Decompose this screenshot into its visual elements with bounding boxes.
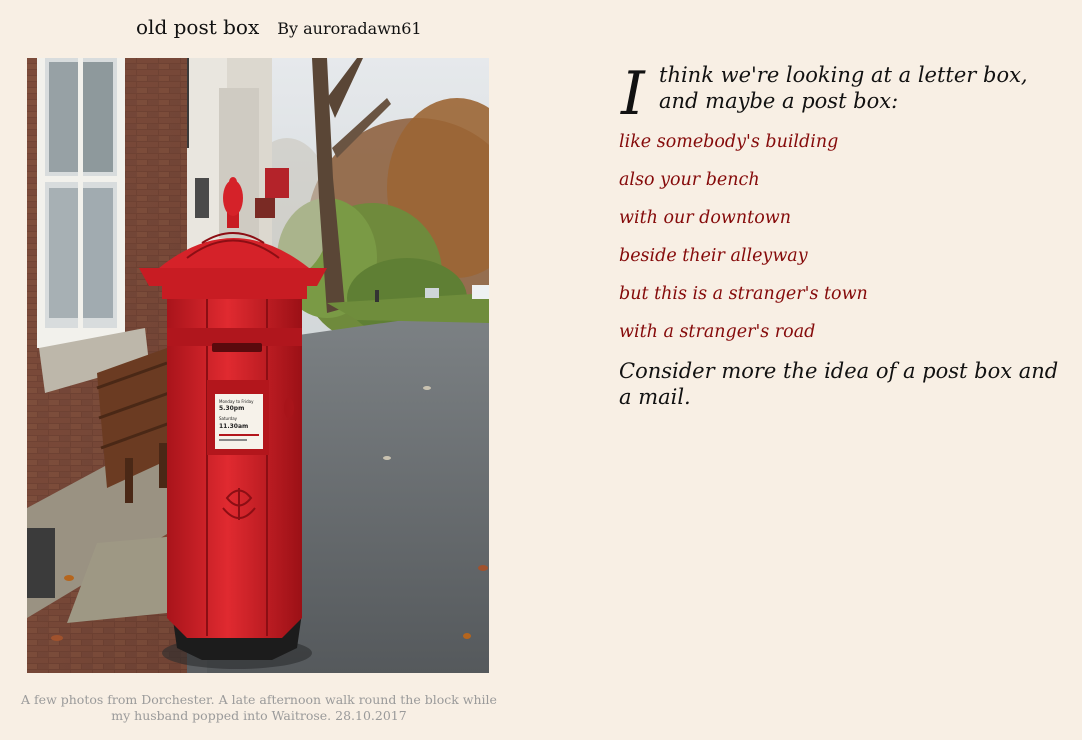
poem-drop-cap: I (621, 59, 645, 129)
poem-closing: Consider more the idea of a post box and… (619, 359, 1059, 409)
poem-line[interactable]: with a stranger's road (619, 320, 1064, 344)
photo-title[interactable]: old post box (136, 15, 259, 39)
poem-intro-text: think we're looking at a letter box, and… (659, 63, 1028, 113)
poem-line[interactable]: like somebody's building (619, 130, 1064, 154)
plate-text-line3: Saturday (219, 416, 238, 421)
post-box-photo-illustration: Monday to Friday 5.30pm Saturday 11.30am (27, 58, 489, 673)
photo-header: old post box By auroradawn61 (136, 15, 422, 39)
photo-caption: A few photos from Dorchester. A late aft… (21, 692, 497, 723)
photo-author-link[interactable]: By auroradawn61 (277, 19, 421, 38)
plate-text-line4: 11.30am (219, 423, 248, 430)
poem-line[interactable]: with our downtown (619, 206, 1064, 230)
poem-line[interactable]: but this is a stranger's town (619, 282, 1064, 306)
plate-text-line1: Monday to Friday (219, 399, 254, 404)
poem: I think we're looking at a letter box, a… (619, 62, 1064, 410)
poem-line[interactable]: also your bench (619, 168, 1064, 192)
plate-text-line2: 5.30pm (219, 405, 244, 412)
poem-intro: I think we're looking at a letter box, a… (619, 62, 1064, 124)
post-box-photo[interactable]: Monday to Friday 5.30pm Saturday 11.30am (27, 58, 489, 673)
poem-line[interactable]: beside their alleyway (619, 244, 1064, 268)
